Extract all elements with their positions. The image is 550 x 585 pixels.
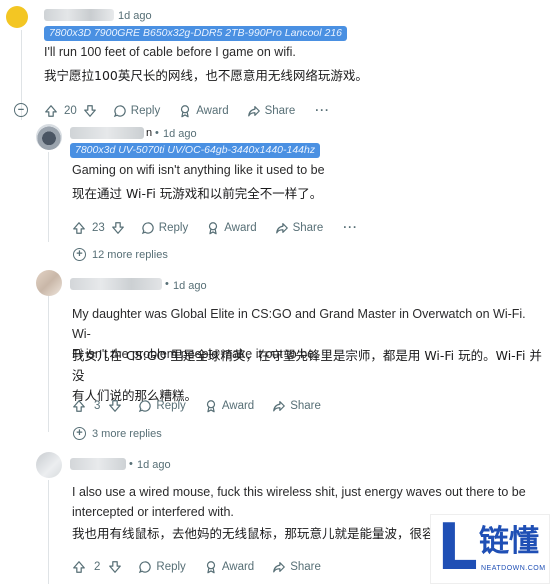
avatar[interactable] <box>36 124 62 150</box>
reply-label: Reply <box>156 400 186 412</box>
separator-dot: • <box>129 458 133 470</box>
username-redacted[interactable] <box>44 9 114 21</box>
thread-line[interactable] <box>48 152 49 242</box>
username-suffix: n <box>146 127 153 139</box>
vote-group: 20 <box>44 104 97 118</box>
username-redacted[interactable] <box>70 127 144 139</box>
comment-actions: 20 Reply Award Share ··· <box>44 102 384 120</box>
reply-label: Reply <box>158 222 189 234</box>
award-icon <box>204 399 218 413</box>
award-icon <box>178 104 192 118</box>
more-replies-label: 3 more replies <box>92 427 162 440</box>
share-icon <box>272 399 286 413</box>
comment-body-en: Gaming on wifi isn't anything like it us… <box>72 163 325 177</box>
vote-group: 3 <box>72 399 122 413</box>
reply-icon <box>138 560 152 574</box>
share-button[interactable]: Share <box>275 221 324 235</box>
separator-dot: • <box>155 127 159 139</box>
username-redacted[interactable] <box>70 458 126 470</box>
reply-button[interactable]: Reply <box>113 104 160 118</box>
award-button[interactable]: Award <box>204 399 254 413</box>
upvote-icon[interactable] <box>72 221 86 235</box>
share-icon <box>247 104 261 118</box>
avatar[interactable] <box>6 6 28 28</box>
award-label: Award <box>224 222 257 234</box>
more-replies-button[interactable]: + 12 more replies <box>73 248 168 261</box>
upvote-icon[interactable] <box>72 399 86 413</box>
reply-label: Reply <box>156 561 186 573</box>
award-button[interactable]: Award <box>206 221 257 235</box>
more-options-button[interactable]: ··· <box>343 222 358 234</box>
thread-line[interactable] <box>48 480 49 584</box>
share-button[interactable]: Share <box>272 399 321 413</box>
downvote-icon[interactable] <box>111 221 125 235</box>
reply-button[interactable]: Reply <box>138 399 186 413</box>
reply-button[interactable]: Reply <box>141 221 188 235</box>
vote-count: 3 <box>94 400 101 412</box>
downvote-icon[interactable] <box>83 104 97 118</box>
watermark-letter: L <box>437 511 478 585</box>
comment-line: 我女儿在 CS:GO 里是全球精英，在守望先锋里是宗师，都是用 Wi-Fi 玩的… <box>72 348 542 383</box>
comment-body-en: I'll run 100 feet of cable before I game… <box>44 45 296 59</box>
reply-button[interactable]: Reply <box>138 560 186 574</box>
more-options-button[interactable]: ··· <box>315 105 330 117</box>
vote-count: 23 <box>92 222 105 234</box>
thread-line[interactable] <box>48 292 49 432</box>
share-label: Share <box>290 561 321 573</box>
comment-actions: 2 Reply Award Share <box>72 558 372 576</box>
comment-body-zh: 我宁愿拉100英尺长的网线，也不愿意用无线网络玩游戏。 <box>44 68 368 83</box>
avatar[interactable] <box>36 270 62 296</box>
watermark-url: NEATDOWN.COM <box>481 565 546 572</box>
more-replies-button[interactable]: + 3 more replies <box>73 427 162 440</box>
reply-icon <box>141 221 155 235</box>
share-label: Share <box>264 105 296 117</box>
vote-group: 23 <box>72 221 125 235</box>
reply-icon <box>138 399 152 413</box>
upvote-icon[interactable] <box>44 104 58 118</box>
downvote-icon[interactable] <box>108 399 122 413</box>
comment-body-zh: 我也用有线鼠标，去他妈的无线鼠标，那玩意儿就是能量波，很容易 <box>72 524 468 544</box>
share-icon <box>275 221 289 235</box>
user-flair: 7800x3D 7900GRE B650x32g-DDR5 2TB-990Pro… <box>44 26 348 41</box>
award-button[interactable]: Award <box>178 104 229 118</box>
award-icon <box>206 221 220 235</box>
vote-count: 2 <box>94 561 101 573</box>
downvote-icon[interactable] <box>108 560 122 574</box>
collapse-icon[interactable]: − <box>14 103 28 117</box>
share-icon <box>272 560 286 574</box>
comment-actions: 23 Reply Award Share ··· <box>72 219 402 237</box>
award-label: Award <box>221 400 255 412</box>
avatar[interactable] <box>36 452 62 478</box>
expand-icon: + <box>73 427 86 440</box>
comment-body-zh: 现在通过 Wi-Fi 玩游戏和以前完全不一样了。 <box>72 186 323 201</box>
share-button[interactable]: Share <box>272 560 321 574</box>
comment-line: 我也用有线鼠标，去他妈的无线鼠标，那玩意儿就是能量波，很容易 <box>72 526 448 541</box>
reply-icon <box>113 104 127 118</box>
vote-group: 2 <box>72 560 122 574</box>
award-label: Award <box>221 561 255 573</box>
watermark-logo: L 链懂 NEATDOWN.COM <box>430 511 550 585</box>
share-button[interactable]: Share <box>247 104 296 118</box>
share-label: Share <box>292 222 324 234</box>
more-replies-label: 12 more replies <box>92 248 168 261</box>
separator-dot: • <box>165 278 169 290</box>
comment-time: 1d ago <box>163 128 197 140</box>
comment-time: 1d ago <box>118 10 152 22</box>
award-button[interactable]: Award <box>204 560 254 574</box>
comment-time: 1d ago <box>173 280 207 292</box>
comment-line: My daughter was Global Elite in CS:GO an… <box>72 307 526 341</box>
vote-count: 20 <box>64 105 77 117</box>
award-icon <box>204 560 218 574</box>
user-flair: 7800x3d UV-5070ti UV/OC-64gb-3440x1440-1… <box>70 143 321 158</box>
award-label: Award <box>196 105 229 117</box>
comment-line: I also use a wired mouse, fuck this wire… <box>72 485 526 499</box>
expand-icon: + <box>73 248 86 261</box>
username-redacted[interactable] <box>70 278 162 290</box>
comment-actions: 3 Reply Award Share <box>72 397 372 415</box>
comment-time: 1d ago <box>137 459 171 471</box>
watermark-brand: 链懂 <box>479 524 539 559</box>
upvote-icon[interactable] <box>72 560 86 574</box>
share-label: Share <box>290 400 321 412</box>
reply-label: Reply <box>130 105 161 117</box>
